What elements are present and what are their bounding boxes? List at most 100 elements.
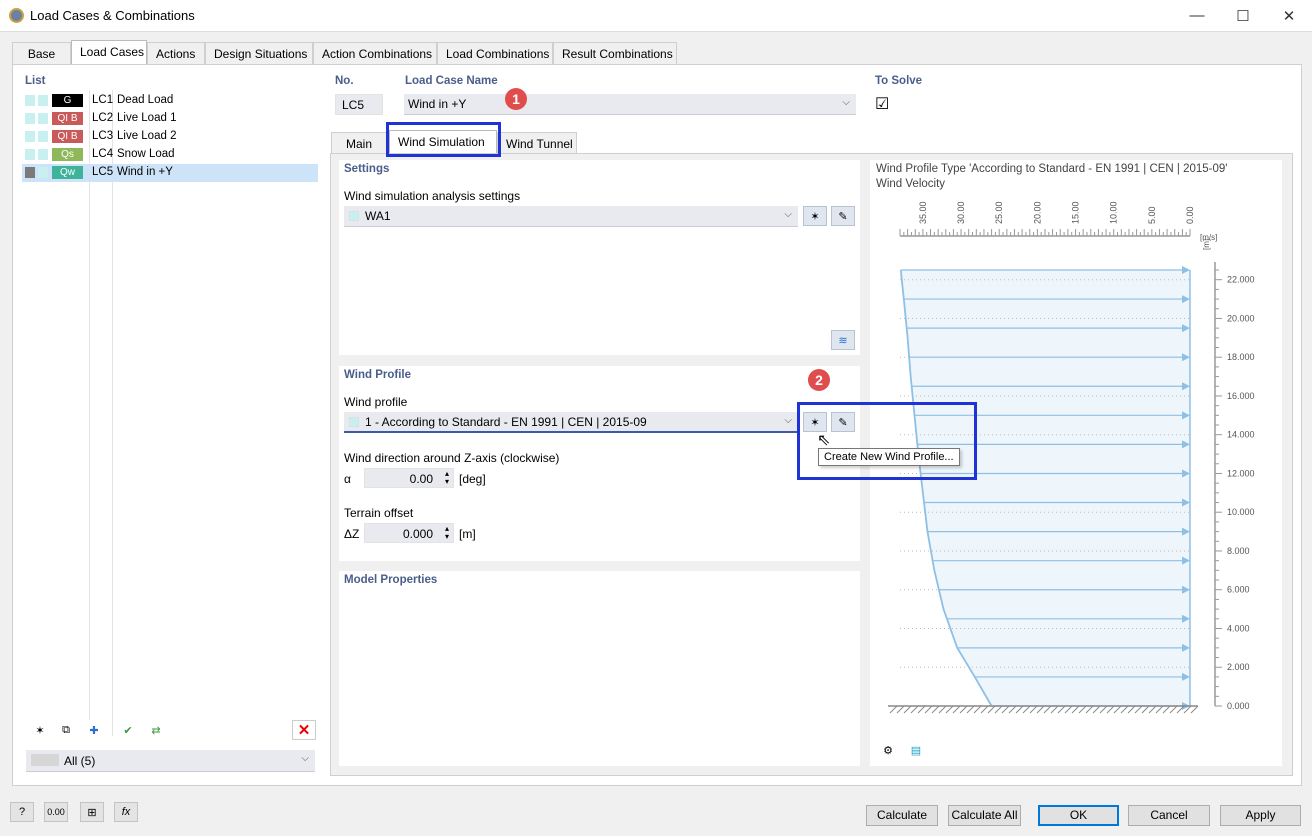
callout-1: 1 bbox=[505, 88, 527, 110]
tab-base[interactable]: Base bbox=[12, 42, 71, 64]
row-swatch bbox=[38, 149, 48, 160]
row-swatch bbox=[38, 167, 48, 178]
wind-profile-label: Wind profile bbox=[344, 395, 408, 409]
ground-hatch bbox=[931, 705, 940, 714]
load-case-id: LC1 bbox=[92, 94, 114, 106]
formula-icon[interactable]: fx bbox=[114, 802, 138, 822]
list-item[interactable]: QI B LC2 Live Load 1 bbox=[22, 110, 318, 128]
name-label: Load Case Name bbox=[405, 75, 498, 87]
calculate-button[interactable]: Calculate bbox=[866, 805, 938, 826]
y-tick-label: 4.000 bbox=[1227, 623, 1250, 633]
tab-load-combinations[interactable]: Load Combinations bbox=[437, 42, 553, 64]
table-icon[interactable]: ⊞ bbox=[80, 802, 104, 822]
list-item[interactable]: G LC1 Dead Load bbox=[22, 92, 318, 110]
ground-hatch bbox=[994, 705, 1003, 714]
ground-hatch bbox=[903, 705, 912, 714]
ground-hatch bbox=[1155, 705, 1164, 714]
ok-button[interactable]: OK bbox=[1038, 805, 1119, 826]
ground-hatch bbox=[1169, 705, 1178, 714]
cancel-button[interactable]: Cancel bbox=[1128, 805, 1210, 826]
profile-swatch bbox=[349, 417, 359, 427]
close-button[interactable]: ✕ bbox=[1266, 0, 1312, 31]
help-icon[interactable]: ? bbox=[10, 802, 34, 822]
y-tick-label: 10.000 bbox=[1227, 507, 1255, 517]
maximize-button[interactable]: ☐ bbox=[1220, 0, 1266, 31]
ground-hatch bbox=[966, 705, 975, 714]
calculate-all-button[interactable]: Calculate All bbox=[948, 805, 1021, 826]
x-tick-label: 30.00 bbox=[956, 201, 966, 224]
new-load-case-icon[interactable]: ✶ bbox=[28, 720, 52, 740]
tab-load-cases[interactable]: Load Cases bbox=[71, 40, 147, 65]
list-filter-select[interactable]: All (5) ⌵ bbox=[26, 750, 315, 772]
list-divider bbox=[112, 90, 113, 736]
wind-profile-value: 1 - According to Standard - EN 1991 | CE… bbox=[365, 415, 647, 429]
wind-velocity-chart: [m/s]35.00 30.00 25.00 20.00 15.00 10.00 5.00 0… bbox=[888, 201, 1255, 714]
list-item[interactable]: Qs LC4 Snow Load bbox=[22, 146, 318, 164]
copy-icon[interactable]: ⧉ bbox=[54, 720, 78, 740]
load-case-id: LC2 bbox=[92, 112, 114, 124]
wind-direction-label: Wind direction around Z-axis (clockwise) bbox=[344, 451, 560, 465]
highlight-wind-simulation-tab bbox=[386, 122, 501, 157]
row-check[interactable] bbox=[25, 131, 35, 142]
no-label: No. bbox=[335, 75, 354, 87]
ground-hatch bbox=[952, 705, 961, 714]
row-check[interactable] bbox=[25, 95, 35, 106]
wind-settings-icon[interactable]: ≋ bbox=[831, 330, 855, 350]
apply-button[interactable]: Apply bbox=[1220, 805, 1301, 826]
wind-direction-input[interactable]: 0.00 ▴ ▾ bbox=[364, 468, 454, 488]
load-case-name: Snow Load bbox=[117, 148, 175, 160]
no-field[interactable]: LC5 bbox=[335, 94, 383, 115]
settings-heading: Settings bbox=[344, 163, 390, 175]
uncheck-icon[interactable]: ⇄ bbox=[144, 720, 168, 740]
mouse-cursor-icon: ⇖ bbox=[817, 432, 831, 449]
y-tick-label: 12.000 bbox=[1227, 468, 1255, 478]
wind-profile-select[interactable]: 1 - According to Standard - EN 1991 | CE… bbox=[344, 412, 798, 433]
spinner-icon[interactable]: ▴ ▾ bbox=[445, 525, 449, 541]
row-swatch bbox=[38, 131, 48, 142]
chevron-down-icon: ⌵ bbox=[784, 415, 792, 426]
delete-icon[interactable]: ✕ bbox=[292, 720, 316, 740]
x-tick-label: 35.00 bbox=[918, 201, 928, 224]
list-item[interactable]: QI B LC3 Live Load 2 bbox=[22, 128, 318, 146]
load-case-id: LC4 bbox=[92, 148, 114, 160]
subtab-main[interactable]: Main bbox=[331, 132, 387, 154]
chart-profile-icon[interactable]: ▤ bbox=[904, 740, 928, 760]
row-check[interactable] bbox=[25, 149, 35, 160]
load-type-badge: Qs bbox=[52, 148, 83, 161]
wind-profile-panel: Wind Profile Wind profile 1 - According … bbox=[339, 366, 860, 561]
x-tick-label: 5.00 bbox=[1147, 206, 1157, 224]
ground-hatch bbox=[924, 705, 933, 714]
tab-actions[interactable]: Actions bbox=[147, 42, 205, 64]
check-all-icon[interactable]: ✔ bbox=[116, 720, 140, 740]
tab-design-situations[interactable]: Design Situations bbox=[205, 42, 313, 64]
units-icon[interactable]: 0.00 bbox=[44, 802, 68, 822]
ground-hatch bbox=[1134, 705, 1143, 714]
x-tick-label: 10.00 bbox=[1109, 201, 1119, 224]
renumber-icon[interactable]: ✚ bbox=[82, 720, 106, 740]
chevron-down-icon: ⌵ bbox=[784, 209, 792, 220]
settings-label: Wind simulation analysis settings bbox=[344, 189, 521, 203]
new-settings-icon[interactable]: ✶ bbox=[803, 206, 827, 226]
spinner-icon[interactable]: ▴ ▾ bbox=[445, 470, 449, 486]
ground-hatch bbox=[917, 705, 926, 714]
wind-analysis-settings-select[interactable]: WA1 ⌵ bbox=[344, 206, 798, 227]
y-tick-label: 8.000 bbox=[1227, 546, 1250, 556]
to-solve-checkbox[interactable]: ☑ bbox=[875, 94, 889, 114]
subtab-wind-tunnel[interactable]: Wind Tunnel bbox=[497, 132, 577, 154]
list-item[interactable]: Qw LC5 Wind in +Y bbox=[22, 164, 318, 182]
chevron-down-icon: ⌵ bbox=[842, 97, 850, 108]
ground-hatch bbox=[1015, 705, 1024, 714]
row-check[interactable] bbox=[25, 113, 35, 124]
dz-symbol: ΔZ bbox=[344, 527, 360, 541]
edit-settings-icon[interactable]: ✎ bbox=[831, 206, 855, 226]
callout-2: 2 bbox=[808, 369, 830, 391]
ground-hatch bbox=[1036, 705, 1045, 714]
tab-result-combinations[interactable]: Result Combinations bbox=[553, 42, 677, 64]
minimize-button[interactable]: — bbox=[1174, 0, 1220, 31]
row-check[interactable] bbox=[25, 167, 35, 178]
chart-settings-icon[interactable]: ⚙ bbox=[876, 740, 900, 760]
to-solve-panel: To Solve ☑ bbox=[870, 72, 1281, 118]
tab-action-combinations[interactable]: Action Combinations bbox=[313, 42, 437, 64]
terrain-offset-input[interactable]: 0.000 ▴ ▾ bbox=[364, 523, 454, 543]
load-case-name-input[interactable]: Wind in +Y ⌵ bbox=[404, 94, 856, 115]
